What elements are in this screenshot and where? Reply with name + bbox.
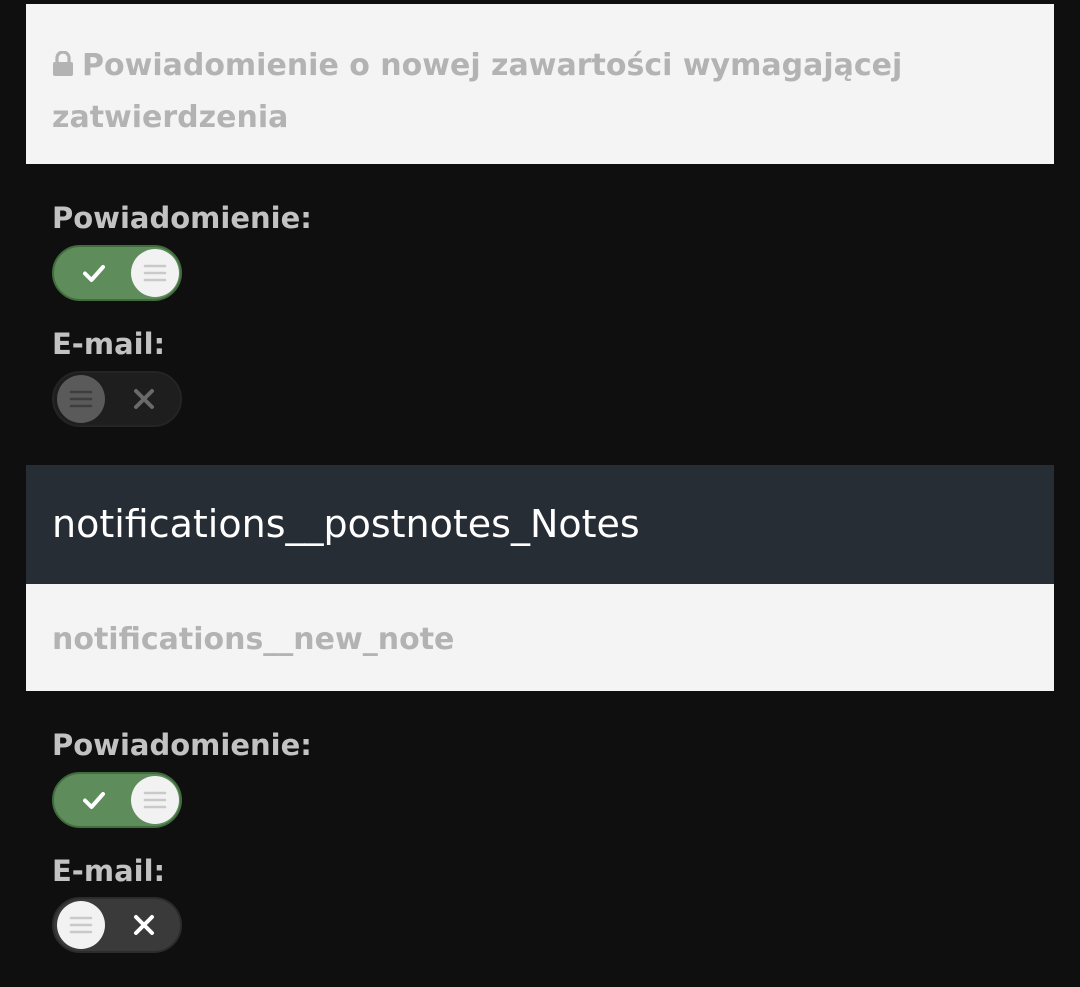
toggle-knob[interactable] [57, 901, 105, 949]
email-label: E-mail: [52, 854, 166, 888]
notification-label: Powiadomienie: [52, 728, 312, 762]
content-approval-header: Powiadomienie o nowej zawartości wymagaj… [26, 4, 1054, 164]
new-note-header: notifications__new_note [26, 584, 1054, 691]
checkmark-icon [82, 788, 106, 812]
notification-settings-page: Powiadomienie o nowej zawartości wymagaj… [0, 0, 1080, 987]
section-title: notifications__postnotes_Notes [26, 465, 1054, 584]
checkmark-icon [82, 261, 106, 285]
toggle-knob[interactable] [131, 249, 179, 297]
new-note-header-text: notifications__new_note [52, 622, 455, 657]
close-icon [132, 387, 156, 411]
email-label: E-mail: [52, 327, 166, 361]
lock-icon [52, 42, 74, 76]
close-icon [132, 913, 156, 937]
notification-toggle[interactable] [52, 245, 182, 301]
toggle-knob[interactable] [57, 375, 105, 423]
content-approval-header-text: Powiadomienie o nowej zawartości wymagaj… [52, 48, 903, 135]
toggle-knob[interactable] [131, 776, 179, 824]
notification-label: Powiadomienie: [52, 201, 312, 235]
notification-toggle[interactable] [52, 772, 182, 828]
email-toggle[interactable] [52, 371, 182, 427]
email-toggle[interactable] [52, 897, 182, 953]
